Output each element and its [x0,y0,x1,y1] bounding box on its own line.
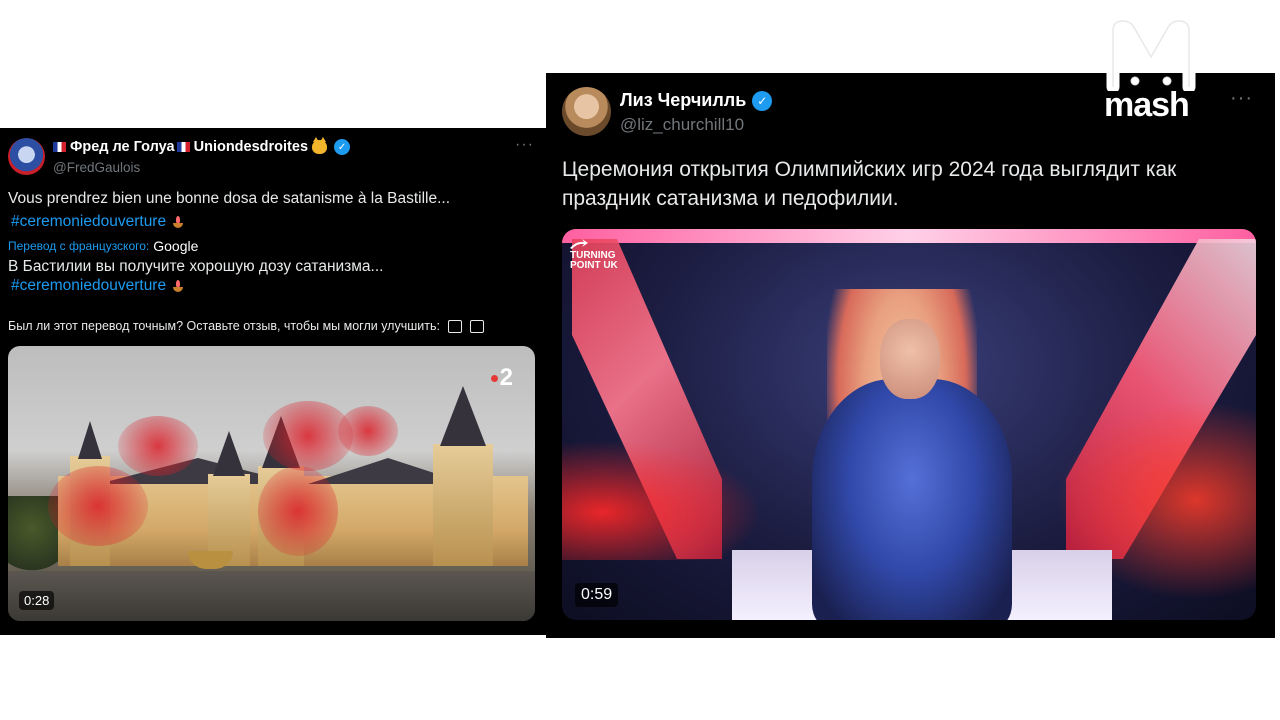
google-logo: Google [153,238,199,254]
channel-number: 2 [499,364,513,391]
golden-boat [188,551,233,569]
france-flag-icon [53,142,66,152]
candle-emoji-icon [170,279,186,292]
video-duration: 0:59 [575,583,619,607]
hashtag-link[interactable]: #ceremoniedouverture [11,213,166,230]
user-avatar[interactable] [562,87,611,136]
user-avatar[interactable] [8,138,45,175]
red-smoke [338,406,398,456]
translation-attribution: Перевод с французского: Google [8,238,198,254]
translation-feedback: Был ли этот перевод точным? Оставьте отз… [8,319,484,333]
video-player[interactable]: 2 0:28 [8,346,535,621]
verified-badge-icon: ✓ [334,139,351,155]
hashtag-link[interactable]: #ceremoniedouverture [11,277,166,294]
performer-costume [812,379,1012,620]
more-options-button[interactable]: ··· [515,136,534,154]
performer-face [880,319,940,399]
turning-point-logo: TURNING POINT UK [570,239,640,271]
mash-logo-icon [1106,17,1196,91]
arrow-logo-icon [570,239,588,249]
red-smoke [48,466,148,546]
display-name[interactable]: Лиз Черчилль ✓ [620,90,773,111]
display-name-text: Лиз Черчилль [620,90,747,110]
right-tweet-card[interactable]: Лиз Черчилль ✓ @liz_churchill10 ··· Цере… [546,73,1275,638]
more-options-button[interactable]: ··· [1230,87,1253,110]
tweet-translated-text: В Бастилии вы получите хорошую дозу сата… [8,258,384,275]
tweet-original-text: Vous prendrez bien une bonne dosa de sat… [8,190,451,207]
hashtag-line: #ceremoniedouverture [11,213,186,231]
verified-badge-icon: ✓ [752,90,773,111]
user-handle[interactable]: @FredGaulois [53,160,140,175]
display-name[interactable]: Фред ле Голуа Uniondesdroites ✓ [53,137,351,155]
display-name-part-2: Uniondesdroites [193,139,309,155]
thumbs-down-icon[interactable] [469,319,484,333]
tower-spire [78,421,102,459]
castle-tower [433,444,493,566]
mash-wordmark: mash [1104,86,1190,124]
channel-dot-icon [490,375,498,383]
tower-spire [213,431,245,476]
tweet-text: Церемония открытия Олимпийских игр 2024 … [562,158,1177,210]
overlay-logo-text: TURNING POINT UK [570,250,618,271]
display-name-part-1: Фред ле Голуа [70,139,175,155]
red-smoke [118,416,198,476]
cat-emoji-icon [312,137,328,154]
red-smoke [258,466,338,556]
thumbs-up-icon[interactable] [447,319,462,333]
candle-emoji-icon [170,215,186,228]
tower-spire [440,386,486,446]
feedback-prompt: Был ли этот перевод точным? Оставьте отз… [8,319,440,333]
france-flag-icon [176,142,190,152]
red-stage-lights [562,440,762,560]
stage-light-bar [562,229,1256,243]
river-water [8,571,535,621]
user-handle[interactable]: @liz_churchill10 [620,115,744,135]
video-player[interactable]: TURNING POINT UK 0:59 [562,229,1256,620]
left-tweet-card[interactable]: Фред ле Голуа Uniondesdroites ✓ @FredGau… [0,128,548,635]
video-duration: 0:28 [19,591,55,610]
translation-label: Перевод с французского: [8,239,150,253]
france2-channel-logo: 2 [490,364,513,392]
hashtag-line-translated: #ceremoniedouverture [11,277,186,295]
